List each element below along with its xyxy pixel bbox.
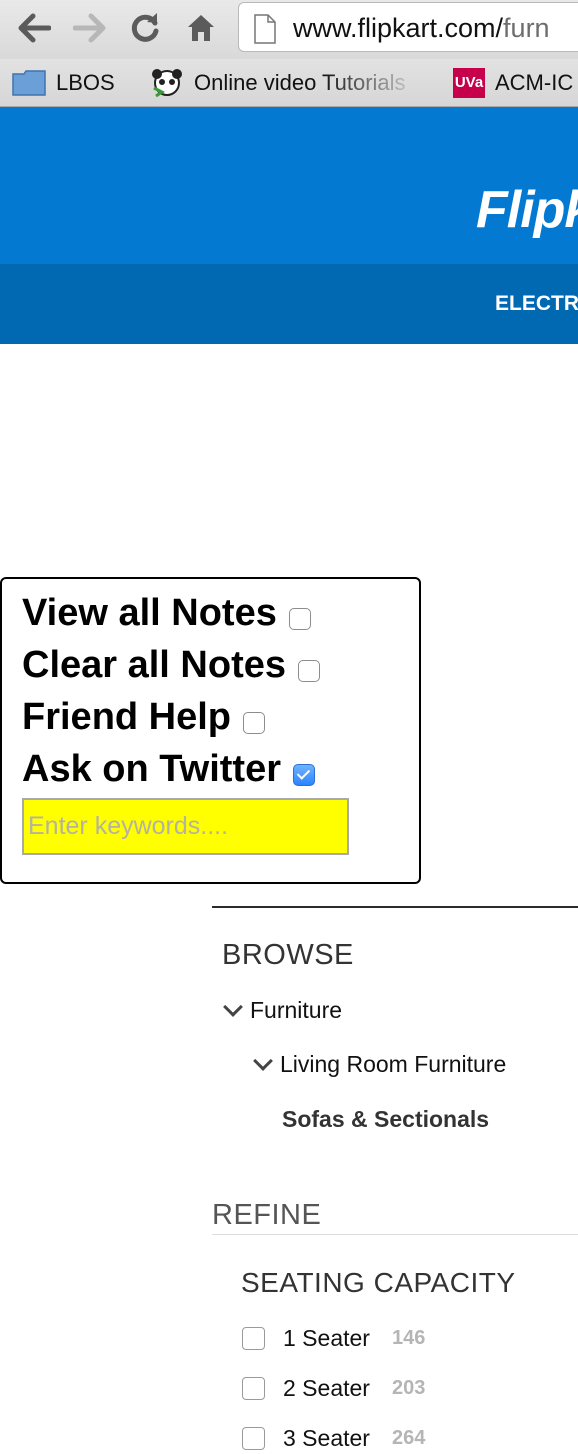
seating-capacity-title: SEATING CAPACITY bbox=[241, 1267, 516, 1298]
main-nav: ELECTR bbox=[0, 264, 578, 344]
option-view-all-notes: View all Notes bbox=[22, 592, 311, 635]
refine-divider bbox=[212, 1234, 578, 1235]
home-icon bbox=[188, 15, 214, 41]
refine-title: REFINE bbox=[212, 1199, 322, 1231]
filter-checkbox[interactable] bbox=[242, 1427, 265, 1450]
back-arrow-icon bbox=[18, 13, 51, 43]
folder-icon bbox=[12, 69, 46, 96]
view-all-notes-checkbox[interactable] bbox=[288, 607, 311, 630]
home-button[interactable] bbox=[181, 8, 221, 48]
option-clear-all-notes: Clear all Notes bbox=[22, 644, 320, 687]
filter-1-seater[interactable]: 1 Seater 146 bbox=[242, 1325, 425, 1352]
forward-button[interactable] bbox=[70, 8, 110, 48]
filter-label: 1 Seater bbox=[283, 1325, 370, 1351]
reload-button[interactable] bbox=[125, 8, 165, 48]
option-label: Friend Help bbox=[22, 696, 232, 738]
nav-electronics[interactable]: ELECTR bbox=[495, 292, 578, 316]
filter-2-seater[interactable]: 2 Seater 203 bbox=[242, 1375, 425, 1402]
divider bbox=[212, 906, 578, 908]
browse-sofas-sectionals[interactable]: Sofas & Sectionals bbox=[282, 1106, 489, 1133]
forward-arrow-icon bbox=[73, 13, 106, 43]
clear-all-notes-checkbox[interactable] bbox=[298, 659, 320, 682]
uva-icon: UVa bbox=[453, 67, 485, 98]
bookmark-label: ACM-IC bbox=[495, 69, 574, 95]
reload-icon bbox=[131, 13, 159, 42]
browse-living-room-furniture[interactable]: Living Room Furniture bbox=[253, 1050, 507, 1078]
filter-count: 146 bbox=[391, 1327, 426, 1349]
url-text: www.flipkart.com/furn bbox=[293, 13, 550, 44]
site-header: Flipk bbox=[0, 107, 578, 264]
option-label: View all Notes bbox=[22, 592, 277, 634]
ask-on-twitter-checkbox[interactable] bbox=[293, 763, 315, 786]
panda-icon bbox=[152, 68, 182, 97]
filter-label: 2 Seater bbox=[283, 1375, 370, 1401]
address-bar[interactable]: www.flipkart.com/furn bbox=[238, 2, 578, 52]
bookmark-online-video-tutorials[interactable]: Online video Tutorials bbox=[150, 59, 406, 106]
chevron-down-icon bbox=[253, 1050, 273, 1071]
filter-3-seater[interactable]: 3 Seater 264 bbox=[242, 1425, 425, 1452]
back-button[interactable] bbox=[14, 8, 54, 48]
browse-furniture[interactable]: Furniture bbox=[223, 996, 343, 1024]
bookmark-label: Online video Tutorials bbox=[194, 69, 406, 95]
friend-help-checkbox[interactable] bbox=[243, 711, 266, 734]
url-path: furn bbox=[503, 13, 550, 43]
browse-furniture-label: Furniture bbox=[250, 997, 343, 1023]
bookmark-lbos[interactable]: LBOS bbox=[12, 59, 115, 106]
filter-count: 203 bbox=[391, 1377, 426, 1399]
option-label: Clear all Notes bbox=[22, 644, 286, 686]
bookmarks-bar: LBOS Online video Tutorials UVa ACM-IC bbox=[0, 59, 578, 107]
filter-count: 264 bbox=[391, 1427, 426, 1449]
keyword-input[interactable] bbox=[22, 798, 349, 855]
filter-checkbox[interactable] bbox=[242, 1327, 265, 1350]
filter-checkbox[interactable] bbox=[242, 1377, 265, 1400]
url-host: www.flipkart.com/ bbox=[293, 13, 504, 43]
bookmark-acm-ic[interactable]: UVa ACM-IC bbox=[453, 59, 573, 106]
bookmark-label: LBOS bbox=[56, 69, 115, 95]
chevron-down-icon bbox=[223, 996, 243, 1017]
option-ask-on-twitter: Ask on Twitter bbox=[22, 748, 315, 791]
flipkart-logo[interactable]: Flipk bbox=[476, 180, 578, 240]
notes-widget: View all Notes Clear all Notes Friend He… bbox=[0, 577, 421, 884]
browse-living-room-label: Living Room Furniture bbox=[280, 1051, 507, 1077]
browser-toolbar: www.flipkart.com/furn bbox=[0, 0, 578, 59]
filter-label: 3 Seater bbox=[283, 1425, 370, 1451]
browse-title: BROWSE bbox=[222, 939, 354, 971]
page-icon bbox=[254, 14, 276, 44]
option-label: Ask on Twitter bbox=[22, 748, 281, 790]
option-friend-help: Friend Help bbox=[22, 696, 266, 739]
